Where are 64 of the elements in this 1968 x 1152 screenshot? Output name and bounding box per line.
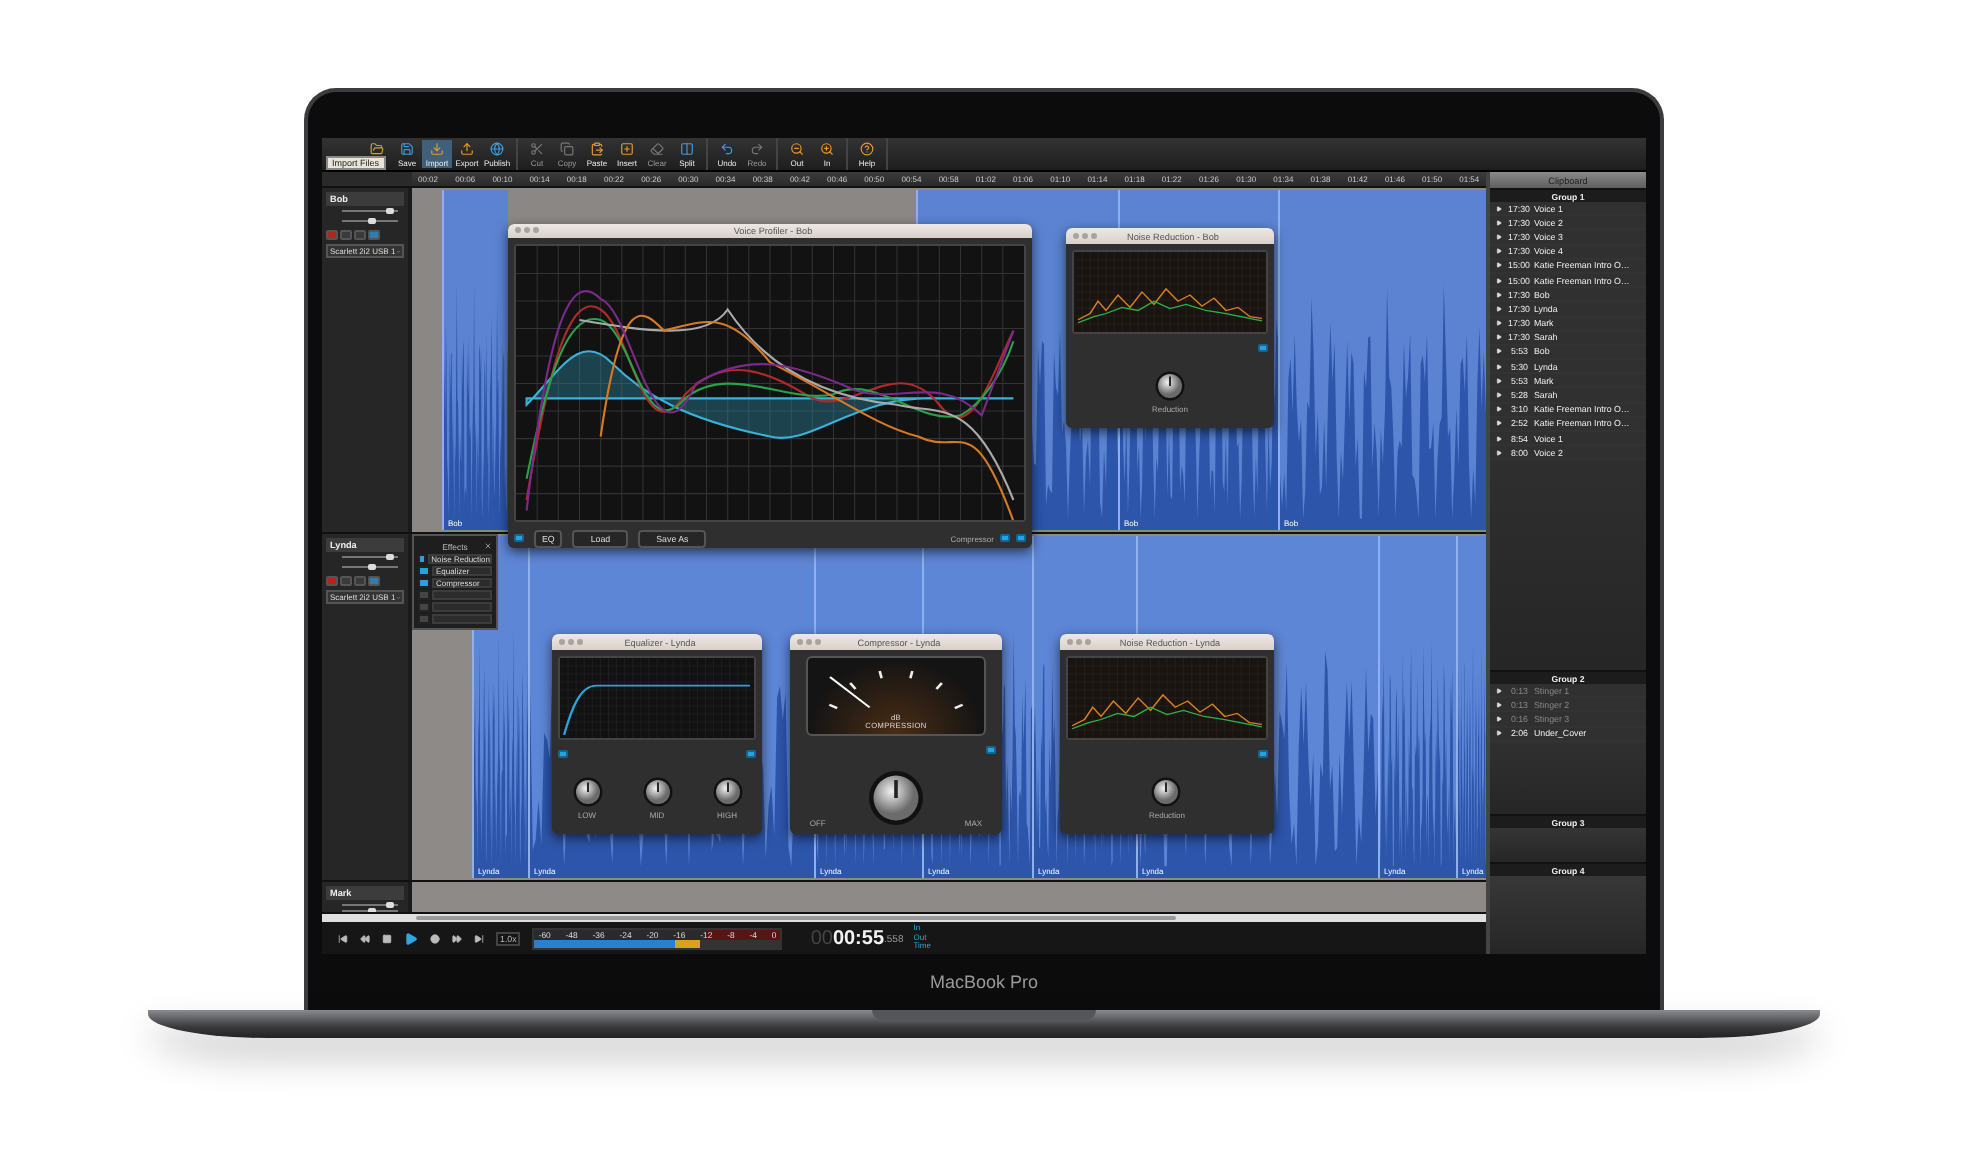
transport-button[interactable]: [382, 933, 392, 943]
copy-icon: [560, 142, 574, 156]
help-icon: [860, 142, 874, 156]
toggle-switch[interactable]: [1258, 750, 1268, 758]
transport-button[interactable]: [474, 933, 484, 943]
pan-slider[interactable]: [342, 220, 398, 226]
effect-toggle[interactable]: [418, 590, 430, 600]
zoom-out-icon: [790, 142, 804, 156]
effect-toggle[interactable]: [418, 602, 430, 612]
scissors-icon: [530, 142, 544, 156]
knob[interactable]: [1150, 776, 1183, 808]
time-display: 00:55: [832, 927, 885, 949]
knob[interactable]: [711, 776, 743, 808]
effect-toggle[interactable]: [418, 614, 430, 624]
upload-icon: [460, 142, 474, 156]
slider-thumb[interactable]: [368, 564, 377, 570]
pan-slider[interactable]: [342, 566, 398, 572]
horizontal-scrollbar[interactable]: [322, 914, 1486, 922]
record-icon: [430, 933, 440, 943]
slider-thumb[interactable]: [385, 208, 394, 214]
folder-icon: [370, 142, 384, 156]
slider-thumb[interactable]: [385, 902, 394, 908]
undo-icon: [720, 142, 734, 156]
scrollbar-thumb[interactable]: [416, 916, 1176, 920]
toggle-switch[interactable]: [514, 534, 524, 543]
redo-icon: [750, 142, 764, 156]
transport-button[interactable]: [338, 933, 348, 943]
play-icon: [404, 931, 418, 945]
download-icon: [430, 142, 444, 156]
stop-icon: [382, 933, 392, 943]
toggle-switch[interactable]: [558, 750, 568, 758]
clipboard-icon: [590, 142, 604, 156]
knob[interactable]: [865, 768, 926, 828]
knob[interactable]: [641, 776, 673, 808]
toggle-switch[interactable]: [1258, 344, 1268, 352]
rewind-icon: [360, 933, 370, 943]
knob[interactable]: [571, 776, 603, 808]
eraser-icon: [650, 142, 664, 156]
effect-toggle[interactable]: [418, 578, 430, 588]
transport-button[interactable]: [404, 931, 418, 945]
toggle-switch[interactable]: [986, 746, 996, 754]
laptop-label: MacBook Pro: [929, 972, 1039, 992]
slider-thumb[interactable]: [368, 218, 377, 224]
play-icon[interactable]: [1496, 730, 1502, 737]
plus-icon: [620, 142, 634, 156]
toggle-switch[interactable]: [746, 750, 756, 758]
volume-slider[interactable]: [342, 556, 398, 562]
effect-toggle[interactable]: [418, 554, 426, 564]
save-icon: [400, 142, 414, 156]
effect-toggle[interactable]: [418, 566, 430, 576]
toggle-switch[interactable]: [1000, 534, 1010, 543]
globe-icon: [490, 142, 504, 156]
fast-forward-icon: [452, 933, 462, 943]
transport-button[interactable]: [360, 933, 370, 943]
zoom-in-icon: [820, 142, 834, 156]
volume-slider[interactable]: [342, 210, 398, 216]
knob[interactable]: [1153, 370, 1186, 402]
skip-back-icon: [338, 933, 348, 943]
transport-button[interactable]: [452, 933, 462, 943]
slider-thumb[interactable]: [385, 554, 394, 560]
toggle-switch[interactable]: [1016, 534, 1026, 543]
skip-forward-icon: [474, 933, 484, 943]
transport-button[interactable]: [430, 933, 440, 943]
columns-icon: [680, 142, 694, 156]
